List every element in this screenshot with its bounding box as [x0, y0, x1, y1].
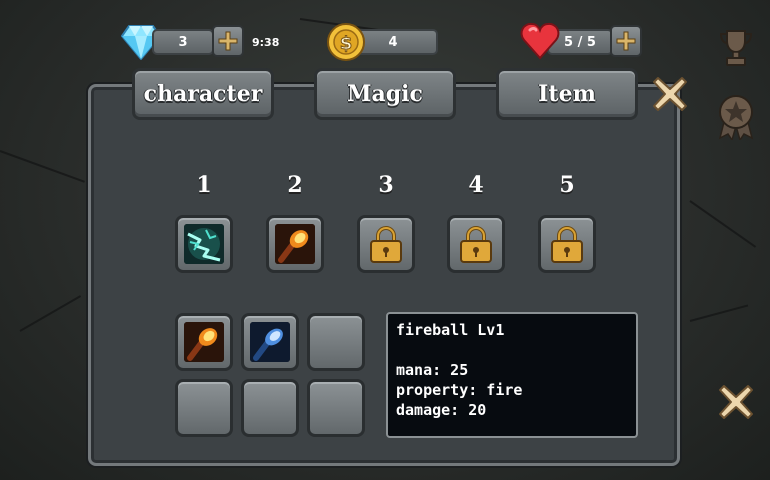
- inventory-slot-2[interactable]: [241, 313, 299, 371]
- add-gems-button[interactable]: [212, 25, 244, 57]
- equipped-slot-5-locked[interactable]: [538, 215, 596, 273]
- heart-icon: [520, 22, 560, 64]
- medal-icon[interactable]: [716, 94, 756, 144]
- inventory-slot-5[interactable]: [241, 379, 299, 437]
- close-button[interactable]: [718, 384, 754, 424]
- svg-text:$: $: [340, 33, 353, 54]
- coin-icon: $: [326, 22, 366, 66]
- background-crack: [689, 304, 749, 322]
- slot-number: 4: [468, 172, 484, 198]
- inventory-slot-3[interactable]: [307, 313, 365, 371]
- inventory-slot-6[interactable]: [307, 379, 365, 437]
- plus-icon: [616, 31, 636, 51]
- equipped-slot-2[interactable]: [266, 215, 324, 273]
- gem-refill-timer: 9:38: [252, 36, 280, 49]
- trophy-icon[interactable]: [718, 28, 754, 72]
- padlock-icon: [551, 226, 583, 263]
- slot-number: 2: [287, 172, 303, 198]
- close-icon: [653, 77, 687, 111]
- fireball-spell-icon: [275, 224, 315, 264]
- spell-title: fireball Lv1: [396, 321, 505, 339]
- close-panel-button[interactable]: [652, 76, 688, 116]
- padlock-icon: [370, 226, 402, 263]
- tab-item[interactable]: Item: [496, 68, 638, 120]
- inventory-slot-1[interactable]: [175, 313, 233, 371]
- equipped-slot-3-locked[interactable]: [357, 215, 415, 273]
- spell-mana: mana: 25: [396, 361, 469, 379]
- plus-icon: [218, 31, 238, 51]
- background-crack: [689, 200, 757, 248]
- tab-magic[interactable]: Magic: [314, 68, 456, 120]
- tab-character[interactable]: character: [132, 68, 274, 120]
- spell-property: property: fire: [396, 381, 523, 399]
- ice-spell-icon: [250, 322, 290, 362]
- inventory-slot-4[interactable]: [175, 379, 233, 437]
- slot-number: 5: [559, 172, 575, 198]
- spell-info-box: fireball Lv1 mana: 25 property: fire dam…: [386, 312, 638, 438]
- slot-number: 3: [378, 172, 394, 198]
- padlock-icon: [460, 226, 492, 263]
- close-icon: [719, 385, 753, 419]
- add-hearts-button[interactable]: [610, 25, 642, 57]
- background-crack: [19, 295, 82, 332]
- background-crack: [0, 150, 85, 183]
- gem-count: 3: [152, 29, 214, 55]
- spell-damage: damage: 20: [396, 401, 487, 419]
- equipped-slot-4-locked[interactable]: [447, 215, 505, 273]
- lightning-spell-icon: [184, 224, 224, 264]
- fireball-spell-icon: [184, 322, 224, 362]
- equipped-slot-1[interactable]: [175, 215, 233, 273]
- slot-number: 1: [196, 172, 212, 198]
